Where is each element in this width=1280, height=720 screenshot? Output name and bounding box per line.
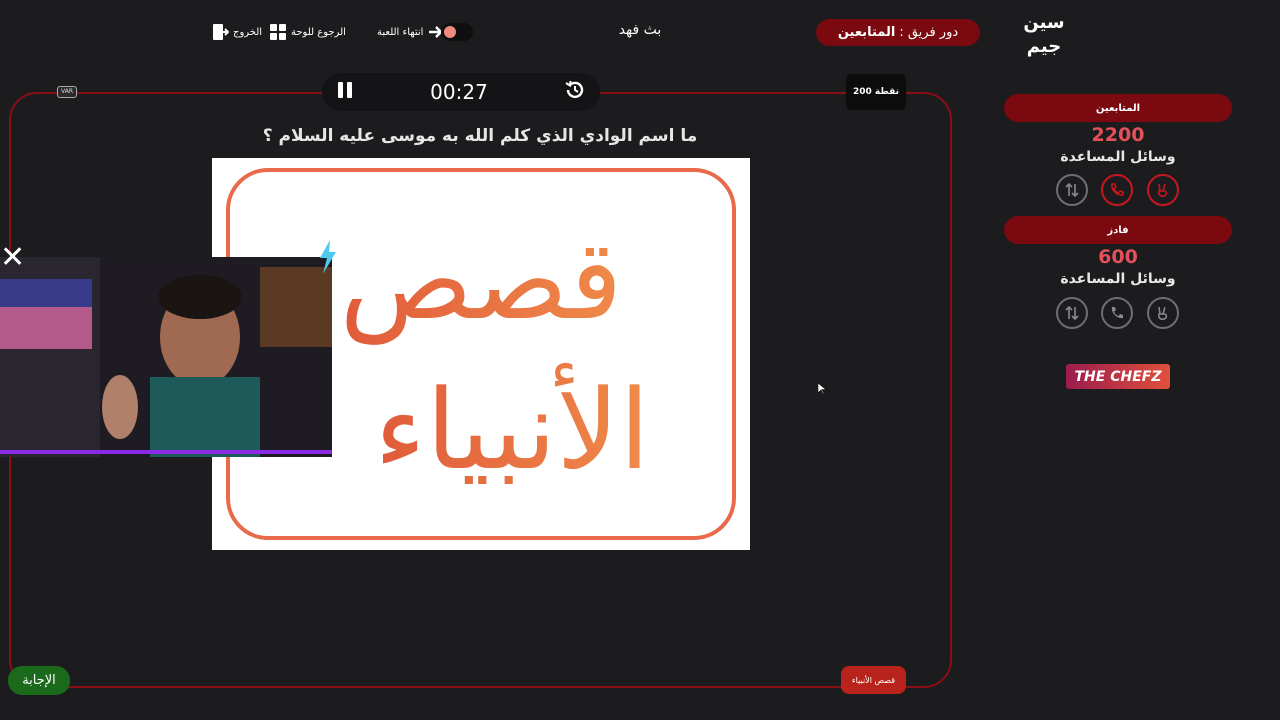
end-game-button[interactable]: انتهاء اللعبة — [377, 22, 449, 42]
theme-toggle[interactable] — [441, 23, 473, 41]
history-icon — [565, 80, 584, 99]
pause-icon — [338, 82, 352, 98]
question-text: ما اسم الوادي الذي كلم الله به موسى عليه… — [262, 126, 698, 146]
toggle-knob — [444, 26, 456, 38]
var-badge[interactable]: VAR — [57, 86, 77, 98]
two-fingers-icon — [1158, 306, 1168, 320]
back-to-board-button[interactable]: الرجوع للوحة — [269, 22, 346, 42]
team-score-2[interactable]: 600 — [1004, 246, 1232, 268]
timer-bar: 00:27 — [322, 73, 600, 111]
app-logo: سين جيم — [1018, 8, 1070, 58]
mouse-cursor-icon — [817, 380, 827, 399]
back-to-board-label: الرجوع للوحة — [291, 26, 346, 38]
helper-phone-2[interactable] — [1101, 297, 1133, 329]
helper-two-fingers-2[interactable] — [1147, 297, 1179, 329]
lightning-icon — [318, 240, 338, 278]
swap-icon — [1065, 182, 1079, 198]
image-line-1: قصص — [340, 216, 623, 345]
exit-label: الخروج — [233, 26, 263, 38]
game-name: بث فهد — [618, 22, 662, 38]
end-game-label: انتهاء اللعبة — [377, 26, 424, 38]
turn-indicator: دور فريق : المتابعين — [816, 19, 980, 46]
phone-icon — [1111, 307, 1123, 319]
two-fingers-icon — [1158, 183, 1168, 197]
helpers-label-2: وسائل المساعدة — [1060, 271, 1176, 287]
team-score-1[interactable]: 2200 — [1004, 124, 1232, 146]
grid-icon — [270, 24, 286, 40]
reset-timer-button[interactable] — [564, 79, 586, 105]
category-badge: قصص الأنبياء — [841, 666, 906, 694]
exit-button[interactable]: الخروج — [211, 22, 262, 42]
helper-two-fingers-1[interactable] — [1147, 174, 1179, 206]
timer-display: 00:27 — [430, 80, 488, 104]
swap-icon — [1065, 305, 1079, 321]
svg-text:سين: سين — [1023, 12, 1064, 33]
door-exit-icon — [213, 24, 229, 40]
team-name-1: المتابعين — [1004, 94, 1232, 122]
turn-team: المتابعين — [837, 25, 896, 40]
image-line-2: الأنبياء — [374, 362, 650, 494]
pause-button[interactable] — [336, 80, 354, 104]
svg-text:جيم: جيم — [1027, 36, 1061, 57]
helper-swap-1[interactable] — [1056, 174, 1088, 206]
team-name-2: فادز — [1004, 216, 1232, 244]
sponsor-logo: THE CHEFZ — [1066, 364, 1170, 389]
answer-button[interactable]: الإجابة — [8, 666, 70, 695]
phone-icon — [1111, 183, 1124, 196]
helper-swap-2[interactable] — [1056, 297, 1088, 329]
turn-label: دور فريق : — [899, 25, 959, 40]
points-badge: 200 نقطة — [846, 74, 906, 110]
webcam-overlay — [0, 257, 332, 457]
close-icon[interactable]: ✕ — [0, 240, 25, 275]
helper-phone-1[interactable] — [1101, 174, 1133, 206]
helpers-label-1: وسائل المساعدة — [1060, 149, 1176, 165]
